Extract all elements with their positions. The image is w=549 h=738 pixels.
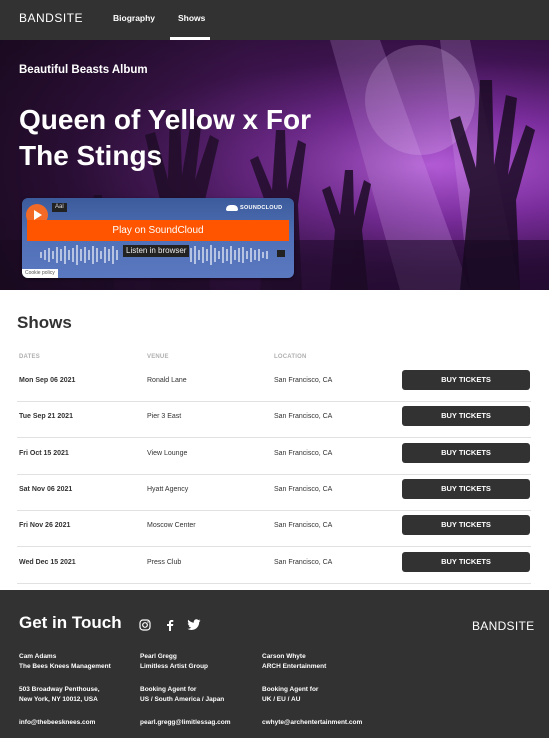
soundcloud-player[interactable]: Aal SOUNDCLOUD Play on SoundCloud Listen… — [22, 198, 294, 278]
contact-name: Pearl Gregg — [140, 653, 177, 660]
show-date: Fri Nov 26 2021 — [19, 522, 71, 529]
nav-link-biography[interactable]: Biography — [113, 13, 155, 23]
buy-tickets-button[interactable]: BUY TICKETS — [402, 443, 530, 463]
shows-heading: Shows — [17, 313, 72, 332]
show-row[interactable]: Tue Sep 21 2021 Pier 3 East San Francisc… — [17, 402, 531, 438]
show-row[interactable]: Fri Oct 15 2021 View Lounge San Francisc… — [17, 439, 531, 475]
cookie-policy-link[interactable]: Cookie policy — [22, 269, 58, 278]
contact-org: ARCH Entertainment — [262, 663, 327, 670]
show-venue: Press Club — [147, 559, 182, 566]
column-header-dates: DATES — [19, 354, 40, 360]
facebook-icon[interactable] — [164, 619, 176, 631]
buy-tickets-button[interactable]: BUY TICKETS — [402, 479, 530, 499]
listen-in-browser-button[interactable]: Listen in browser — [123, 245, 190, 257]
contact-line2: UK / EU / AU — [262, 696, 301, 703]
buy-tickets-button[interactable]: BUY TICKETS — [402, 552, 530, 572]
show-venue: Ronald Lane — [147, 377, 187, 384]
show-date: Mon Sep 06 2021 — [19, 377, 76, 384]
hero-banner: Beautiful Beasts Album Queen of Yellow x… — [0, 40, 549, 290]
show-date: Fri Oct 15 2021 — [19, 450, 69, 457]
contact-email[interactable]: pearl.gregg@limitlessag.com — [140, 718, 260, 728]
show-location: San Francisco, CA — [274, 559, 333, 566]
contact-name: Cam Adams — [19, 653, 57, 660]
contact-line1: Booking Agent for — [140, 686, 197, 693]
contact-card: Pearl Gregg Limitless Artist Group Booki… — [140, 652, 260, 728]
column-header-location: LOCATION — [274, 354, 307, 360]
show-location: San Francisco, CA — [274, 522, 333, 529]
contact-org: Limitless Artist Group — [140, 663, 209, 670]
buy-tickets-button[interactable]: BUY TICKETS — [402, 406, 530, 426]
contact-line2: US / South America / Japan — [140, 696, 225, 703]
contact-line1: 503 Broadway Penthouse, — [19, 686, 100, 693]
nav-link-shows[interactable]: Shows — [178, 13, 205, 23]
show-location: San Francisco, CA — [274, 486, 333, 493]
get-in-touch-heading: Get in Touch — [19, 613, 122, 632]
contact-line2: New York, NY 10012, USA — [19, 696, 98, 703]
instagram-icon[interactable] — [139, 619, 151, 631]
show-venue: Hyatt Agency — [147, 486, 189, 493]
twitter-icon[interactable] — [187, 619, 201, 631]
show-venue: Moscow Center — [147, 522, 196, 529]
show-row[interactable]: Wed Dec 15 2021 Press Club San Francisco… — [17, 548, 531, 584]
soundcloud-brand: SOUNDCLOUD — [240, 205, 283, 211]
show-date: Sat Nov 06 2021 — [19, 486, 73, 493]
show-row[interactable]: Mon Sep 06 2021 Ronald Lane San Francisc… — [17, 366, 531, 402]
footer-logo[interactable]: BANDSITE — [472, 619, 534, 633]
contact-name: Carson Whyte — [262, 653, 306, 660]
show-venue: View Lounge — [147, 450, 188, 457]
contact-email[interactable]: cwhyte@archentertainment.com — [262, 718, 382, 728]
track-label: Aal — [52, 203, 67, 212]
show-row[interactable]: Fri Nov 26 2021 Moscow Center San Franci… — [17, 511, 531, 547]
show-location: San Francisco, CA — [274, 450, 333, 457]
contact-email[interactable]: info@thebeesknees.com — [19, 718, 139, 728]
top-nav: BANDSITE Biography Shows — [0, 0, 549, 40]
play-on-soundcloud-button[interactable]: Play on SoundCloud — [27, 220, 289, 241]
show-date: Tue Sep 21 2021 — [19, 413, 73, 420]
footer: Get in Touch BANDSITE Cam Adams The Bees… — [0, 590, 549, 738]
contact-org: The Bees Knees Management — [19, 663, 111, 670]
hero-title: Queen of Yellow x For The Stings — [19, 104, 311, 171]
column-header-venue: VENUE — [147, 354, 169, 360]
soundcloud-icon — [226, 205, 238, 211]
show-date: Wed Dec 15 2021 — [19, 559, 76, 566]
buy-tickets-button[interactable]: BUY TICKETS — [402, 515, 530, 535]
contact-card: Carson Whyte ARCH Entertainment Booking … — [262, 652, 382, 728]
album-label: Beautiful Beasts Album — [19, 64, 148, 76]
buy-tickets-button[interactable]: BUY TICKETS — [402, 370, 530, 390]
show-row[interactable]: Sat Nov 06 2021 Hyatt Agency San Francis… — [17, 475, 531, 511]
show-location: San Francisco, CA — [274, 377, 333, 384]
show-venue: Pier 3 East — [147, 413, 182, 420]
track-duration — [277, 250, 286, 257]
contact-card: Cam Adams The Bees Knees Management 503 … — [19, 652, 139, 728]
show-location: San Francisco, CA — [274, 413, 333, 420]
contact-line1: Booking Agent for — [262, 686, 319, 693]
site-logo[interactable]: BANDSITE — [19, 11, 83, 25]
